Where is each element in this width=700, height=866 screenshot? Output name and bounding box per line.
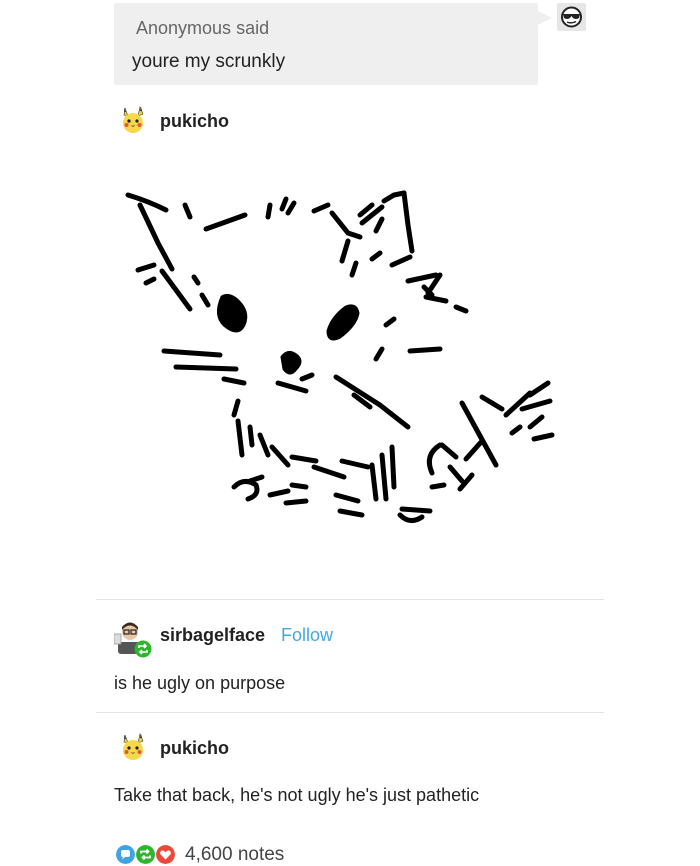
divider	[96, 599, 604, 600]
follow-button[interactable]: Follow	[281, 625, 333, 646]
reply-text: Take that back, he's not ugly he's just …	[114, 785, 480, 805]
pikachu-avatar-icon	[123, 733, 144, 760]
notes-count[interactable]: 4,600 notes	[185, 844, 284, 866]
post-username[interactable]: pukicho	[160, 111, 229, 132]
like-icon	[156, 845, 175, 864]
reply-icon	[116, 845, 135, 864]
reply-text: is he ugly on purpose	[114, 673, 286, 693]
reply-username[interactable]: sirbagelface	[160, 625, 265, 646]
sirbagelface-avatar[interactable]	[113, 620, 152, 658]
ask-box: Anonymous said youre my scrunkly	[114, 3, 552, 85]
asker-avatar[interactable]	[557, 3, 586, 31]
ask-said-label: said	[236, 18, 270, 38]
pukicho-avatar[interactable]	[117, 104, 149, 136]
ask-author-name: Anonymous	[136, 18, 232, 38]
divider	[96, 712, 604, 713]
ask-author-line: Anonymous said	[136, 18, 269, 39]
pukicho-avatar[interactable]	[117, 731, 149, 763]
pikachu-avatar-icon	[123, 106, 144, 133]
reblog-icon	[136, 845, 155, 864]
reblog-icon	[134, 640, 152, 658]
sunglasses-face-icon	[561, 6, 582, 28]
reply-username[interactable]: pukicho	[160, 738, 229, 759]
cat-drawing-image	[125, 190, 555, 523]
ask-question-text: youre my scrunkly	[132, 51, 286, 72]
